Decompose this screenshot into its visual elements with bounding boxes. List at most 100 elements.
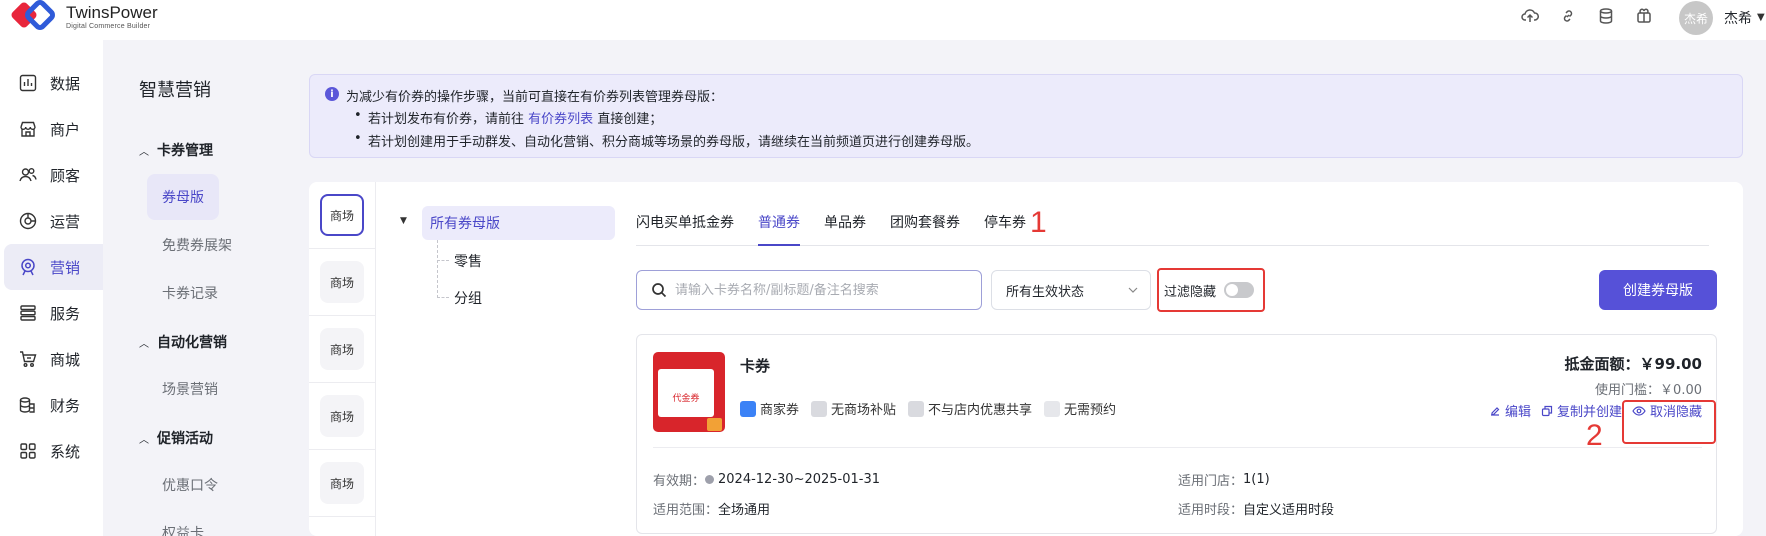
nav-group-label: 卡券管理 — [157, 143, 213, 159]
location-item[interactable]: 商场 — [320, 395, 364, 437]
chart-icon — [19, 74, 37, 92]
nav-item-free-coupon-shelf[interactable]: 免费券展架 — [147, 222, 247, 268]
search-input[interactable] — [675, 282, 965, 298]
tab-flash-pay[interactable]: 闪电买单抵金券 — [636, 212, 734, 246]
nav-item-system[interactable]: 系统 — [4, 428, 103, 474]
tree-node-all[interactable]: 所有券母版 — [422, 206, 615, 240]
coupon-type-tabs: 闪电买单抵金券 普通券 单品券 团购套餐券 停车券 — [636, 212, 1709, 246]
annotation-number-2: 2 — [1586, 419, 1603, 452]
nav-item-merchant[interactable]: 商户 — [4, 106, 103, 152]
location-list: 商场 商场 商场 商场 商场 — [309, 182, 376, 536]
location-item[interactable]: 商场 — [320, 462, 364, 504]
nav-item-label: 系统 — [50, 442, 81, 461]
nav-item-coupon-records[interactable]: 卡券记录 — [147, 270, 233, 316]
chevron-up-icon: ︿ — [139, 338, 149, 350]
info-icon: i — [325, 87, 339, 101]
brand: TwinsPower Digital Commerce Builder — [66, 3, 158, 31]
tree-node-retail[interactable]: 零售 — [454, 251, 482, 271]
group-tree: ▼ 所有券母版 零售 分组 — [376, 182, 616, 536]
nav-item-mall[interactable]: 商城 — [4, 336, 103, 382]
grid-icon — [20, 443, 36, 459]
username[interactable]: 杰希 — [1724, 8, 1752, 28]
tab-group-package[interactable]: 团购套餐券 — [890, 212, 960, 246]
marketing-icon — [21, 258, 35, 276]
coupon-scope: 适用范围： 全场通用 — [653, 503, 771, 518]
coupon-threshold: 使用门槛：￥0.00 — [1595, 383, 1702, 398]
nav-item-data[interactable]: 数据 — [4, 60, 103, 106]
nav-item-service[interactable]: 服务 — [4, 290, 103, 336]
nav-item-finance[interactable]: 财务 — [4, 382, 103, 428]
copy-create-button[interactable]: 复制并创建 — [1541, 401, 1622, 420]
nav-group-label: 自动化营销 — [157, 335, 227, 351]
nav-item-benefit-card[interactable]: 权益卡 — [147, 510, 219, 536]
caret-down-icon[interactable]: ▼ — [400, 216, 407, 226]
chevron-up-icon: ︿ — [139, 434, 149, 446]
list-icon — [20, 305, 36, 321]
banner-line-3: • 若计划创建用于手动群发、自动化营销、积分商城等场景的券母版，请继续在当前频道… — [354, 131, 980, 150]
users-icon — [19, 168, 37, 182]
chevron-down-icon[interactable]: ▼ — [1757, 12, 1765, 23]
location-item[interactable]: 商场 — [320, 261, 364, 303]
nav-item-promo-code[interactable]: 优惠口令 — [147, 462, 233, 508]
subsidy-icon — [811, 400, 828, 417]
database-icon[interactable] — [1596, 6, 1616, 26]
status-select[interactable]: 所有生效状态 — [991, 270, 1151, 310]
tag-merchant: 商家券 — [740, 399, 799, 418]
gift-icon[interactable] — [1634, 6, 1654, 26]
status-dot — [705, 475, 715, 484]
location-item[interactable]: 商场 — [320, 328, 364, 370]
coupon-title: 卡券 — [740, 357, 771, 375]
link-icon[interactable] — [1558, 6, 1578, 26]
tag-no-mall-subsidy: 无商场补贴 — [811, 399, 896, 418]
banner-line-2-prefix: 若计划发布有价券，请前往 — [368, 112, 525, 127]
coupon-thumbnail-label: 代金券 — [672, 392, 699, 404]
header-icons — [1520, 6, 1654, 26]
nav-item-marketing[interactable]: 营销 — [4, 244, 103, 290]
cart-icon — [20, 351, 37, 367]
coupon-amount: 抵金面额：￥99.00 — [1564, 355, 1702, 373]
location-item[interactable]: 商场 — [320, 194, 364, 236]
brand-name: TwinsPower — [66, 3, 158, 22]
nav-item-label: 商户 — [50, 120, 81, 139]
nav-group-promotion[interactable]: ︿ 促销活动 — [139, 428, 213, 448]
create-template-button[interactable]: 创建券母版 — [1599, 270, 1717, 310]
info-banner: i 为减少有价券的操作步骤，当前可直接在有价券列表管理券母版： • 若计划发布有… — [309, 74, 1743, 158]
tag-no-share: 不与店内优惠共享 — [908, 399, 1032, 418]
coupon-tags: 商家券 无商场补贴 不与店内优惠共享 无需预约 — [740, 399, 1116, 418]
nav-item-coupon-template[interactable]: 券母版 — [147, 174, 219, 220]
nav-group-coupon[interactable]: ︿ 卡券管理 — [139, 140, 213, 160]
nav-group-label: 促销活动 — [157, 431, 213, 447]
tab-single-item[interactable]: 单品券 — [824, 212, 866, 246]
primary-nav: 数据 商户 顾客 运营 营销 服务 商城 财务 系统 — [0, 40, 103, 536]
coupon-thumbnail: 代金券 — [653, 352, 725, 432]
brand-subtitle: Digital Commerce Builder — [66, 23, 151, 30]
nav-item-scene-marketing[interactable]: 场景营销 — [147, 366, 233, 412]
banner-line-2: • 若计划发布有价券，请前往 有价券列表 直接创建； — [354, 108, 663, 127]
banner-line-3-text: 若计划创建用于手动群发、自动化营销、积分商城等场景的券母版，请继续在当前频道页进… — [368, 135, 980, 150]
secondary-nav-title: 智慧营销 — [139, 80, 211, 101]
tab-parking[interactable]: 停车券 — [984, 212, 1026, 246]
avatar[interactable]: 杰希 — [1679, 1, 1713, 35]
nav-item-label: 营销 — [50, 258, 81, 277]
nav-item-label: 服务 — [50, 304, 81, 323]
nav-item-label: 财务 — [50, 396, 81, 415]
chevron-down-icon — [1128, 287, 1138, 293]
nav-item-label: 数据 — [50, 74, 81, 93]
nav-group-automation[interactable]: ︿ 自动化营销 — [139, 332, 227, 352]
tab-regular[interactable]: 普通券 — [758, 212, 800, 246]
edit-button[interactable]: 编辑 — [1489, 401, 1531, 420]
filter-hidden-toggle[interactable] — [1224, 282, 1255, 298]
coins-icon — [19, 397, 35, 413]
tree-node-group[interactable]: 分组 — [454, 288, 482, 308]
search-box — [636, 270, 982, 310]
banner-line-1: 为减少有价券的操作步骤，当前可直接在有价券列表管理券母版： — [346, 90, 724, 105]
coupon-stores: 适用门店： 1(1) — [1178, 472, 1270, 489]
paid-coupon-list-link[interactable]: 有价券列表 — [528, 112, 593, 127]
nav-item-operation[interactable]: 运营 — [4, 198, 103, 244]
nav-item-customer[interactable]: 顾客 — [4, 152, 103, 198]
copy-icon — [1541, 405, 1553, 416]
banner-line-2-suffix: 直接创建； — [597, 112, 663, 127]
cloud-upload-icon[interactable] — [1520, 6, 1540, 26]
share-icon — [908, 400, 925, 417]
top-bar: TwinsPower Digital Commerce Builder 杰希 杰… — [0, 0, 1766, 40]
